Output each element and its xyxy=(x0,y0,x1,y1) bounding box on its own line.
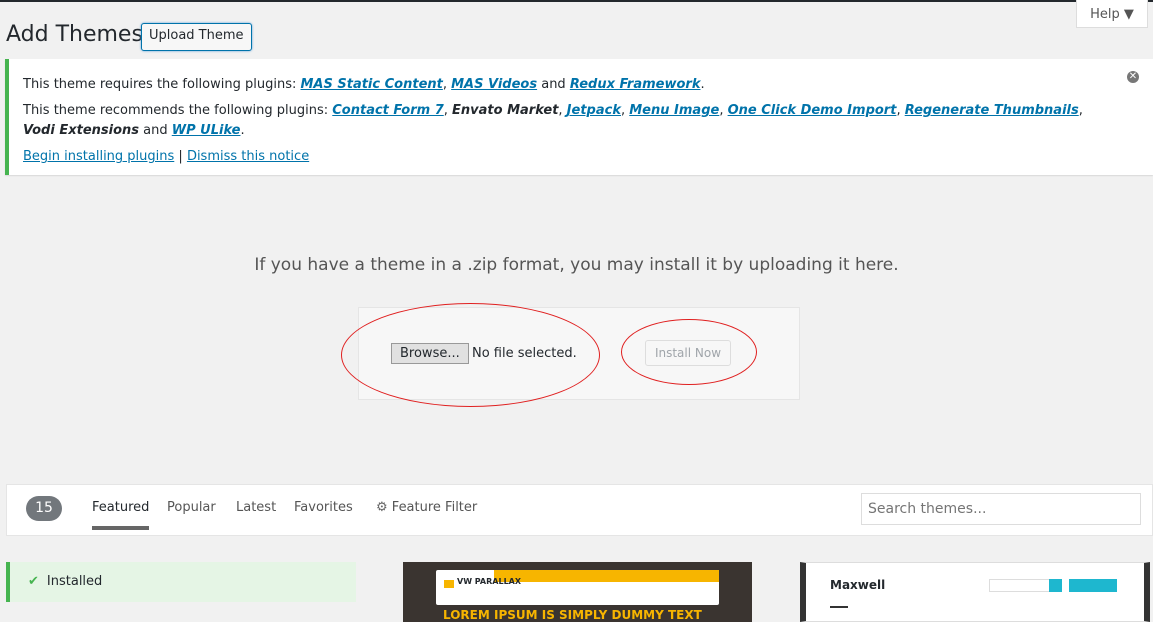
theme-preview-search xyxy=(989,579,1053,592)
notice-text: and xyxy=(537,77,570,92)
briefcase-icon xyxy=(444,580,454,588)
upload-instructions: If you have a theme in a .zip format, yo… xyxy=(254,255,899,275)
plugins-notice: This theme requires the following plugin… xyxy=(5,59,1153,175)
nav-underline xyxy=(830,606,848,608)
tab-favorites[interactable]: Favorites xyxy=(294,500,353,515)
page-title: Add Themes xyxy=(6,22,143,47)
plugin-link[interactable]: WP ULike xyxy=(172,123,241,138)
annotation-ellipse xyxy=(341,303,600,407)
theme-card-maxwell[interactable]: Maxwell xyxy=(800,562,1150,622)
tab-popular[interactable]: Popular xyxy=(167,500,216,515)
notice-text: and xyxy=(139,123,172,138)
theme-card-vw-parallax[interactable]: VW PARALLAX LOREM IPSUM IS SIMPLY DUMMY … xyxy=(403,562,752,622)
theme-preview-header: VW PARALLAX xyxy=(436,570,719,605)
theme-name: VW PARALLAX xyxy=(457,577,522,586)
feature-filter-button[interactable]: ⚙ Feature Filter xyxy=(376,500,477,515)
theme-headline: LOREM IPSUM IS SIMPLY DUMMY TEXT xyxy=(443,608,702,622)
plugin-name: Envato Market xyxy=(452,103,559,118)
plugin-link[interactable]: MAS Videos xyxy=(451,77,537,92)
feature-filter-label: Feature Filter xyxy=(391,500,478,515)
plugin-link[interactable]: MAS Static Content xyxy=(300,77,442,92)
plugin-link[interactable]: Contact Form 7 xyxy=(332,103,444,118)
notice-text: This theme recommends the following plug… xyxy=(23,103,333,118)
dismiss-notice-link[interactable]: Dismiss this notice xyxy=(187,149,309,164)
plugin-link[interactable]: Menu Image xyxy=(629,103,719,118)
theme-name: Maxwell xyxy=(830,578,886,592)
separator: | xyxy=(174,149,187,164)
search-themes-input[interactable] xyxy=(861,493,1141,525)
notice-actions: Begin installing plugins | Dismiss this … xyxy=(23,147,1113,167)
recommended-plugins: This theme recommends the following plug… xyxy=(23,103,1083,138)
search-icon xyxy=(1049,579,1062,592)
plugin-name: Vodi Extensions xyxy=(23,123,140,138)
tab-latest[interactable]: Latest xyxy=(236,500,276,515)
social-icons xyxy=(1069,579,1117,592)
upload-theme-button[interactable]: Upload Theme xyxy=(141,23,252,51)
required-plugins: This theme requires the following plugin… xyxy=(23,77,705,92)
dismiss-icon[interactable]: ✕ xyxy=(1127,71,1139,83)
annotation-ellipse xyxy=(621,319,757,385)
plugin-link[interactable]: Redux Framework xyxy=(570,77,701,92)
tab-featured[interactable]: Featured xyxy=(92,500,150,530)
plugin-link[interactable]: One Click Demo Import xyxy=(728,103,897,118)
installed-theme-card[interactable]: ✔ Installed xyxy=(6,562,356,602)
theme-count: 15 xyxy=(26,496,62,521)
help-tab[interactable]: Help ▼ xyxy=(1076,0,1148,28)
installed-label: Installed xyxy=(46,574,103,589)
begin-installing-link[interactable]: Begin installing plugins xyxy=(23,149,174,164)
plugin-link[interactable]: Regenerate Thumbnails xyxy=(905,103,1079,118)
notice-text: This theme requires the following plugin… xyxy=(23,77,301,92)
plugin-link[interactable]: Jetpack xyxy=(567,103,621,118)
checkmark-icon: ✔ xyxy=(28,574,39,589)
admin-bar xyxy=(0,0,1153,2)
theme-preview-topbar xyxy=(494,570,719,582)
gear-icon: ⚙ xyxy=(376,500,388,515)
